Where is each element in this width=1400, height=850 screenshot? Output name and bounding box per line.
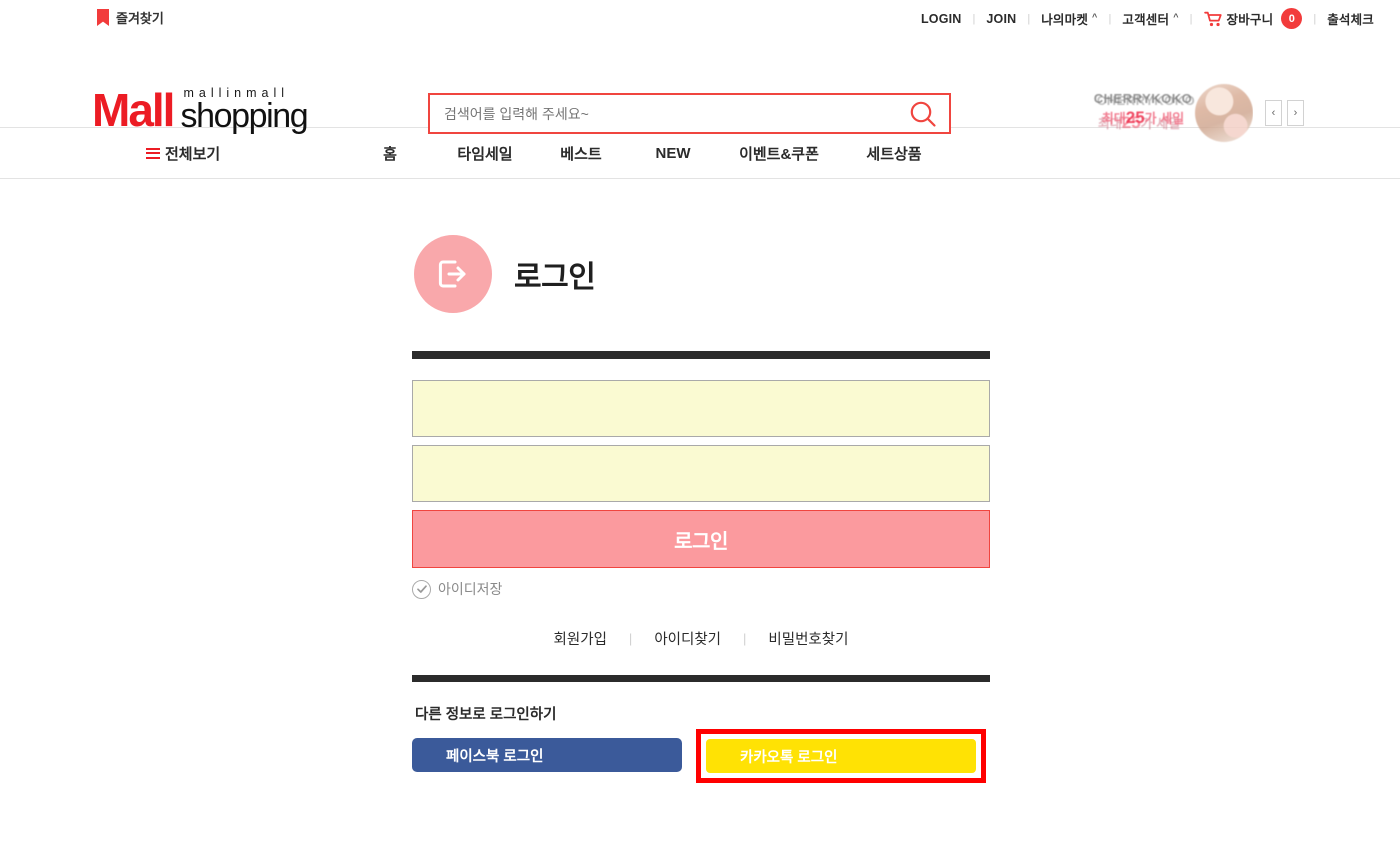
nav-item-home[interactable]: 홈 — [345, 143, 435, 164]
separator: | — [972, 12, 976, 25]
separator: | — [1027, 12, 1031, 25]
login-header: 로그인 — [412, 235, 990, 313]
search-icon — [910, 101, 936, 127]
nav-item-new[interactable]: NEW — [627, 145, 719, 162]
nav-item-set-product[interactable]: 세트상품 — [839, 143, 949, 164]
sns-login-title: 다른 정보로 로그인하기 — [415, 707, 557, 723]
separator: | — [743, 631, 747, 646]
login-link[interactable]: LOGIN — [921, 12, 962, 26]
search-input[interactable] — [430, 105, 897, 122]
chevron-up-icon: ^ — [1092, 12, 1098, 22]
login-icon-badge — [414, 235, 492, 313]
login-helper-links: 회원가입 | 아이디찾기 | 비밀번호찾기 — [412, 628, 990, 649]
banner-next-button[interactable]: › — [1287, 100, 1304, 126]
separator: | — [628, 631, 633, 646]
nav-all-categories[interactable]: 전체보기 — [146, 143, 220, 164]
site-header: Mall mallinmall shopping CHERRYKOKO CHER… — [0, 35, 1400, 142]
kakao-login-button[interactable]: 카카오톡 로그인 — [706, 739, 976, 773]
nav-item-timesale[interactable]: 타임세일 — [435, 143, 535, 164]
checkmark-icon — [416, 585, 427, 593]
login-link-label: LOGIN — [920, 11, 962, 26]
customer-center-link[interactable]: 고객센터 ^ — [1122, 9, 1178, 28]
utility-bar: 즐겨찾기 LOGIN | JOIN | 나의마켓 ^ | 고객센터 ^ | 장바… — [0, 0, 1400, 35]
divider-bottom — [412, 675, 990, 682]
separator: | — [1108, 12, 1112, 25]
logo-shopping-text: shopping — [180, 96, 308, 135]
promo-banner-text: CHERRYKOKO CHERRYKOKO 최대25가 세일 최대25가 세일 — [1083, 91, 1203, 132]
separator: | — [1189, 12, 1193, 25]
logo-right-block: mallinmall shopping — [180, 87, 308, 135]
login-submit-button[interactable]: 로그인 — [412, 510, 990, 568]
my-market-label: 나의마켓 — [1041, 13, 1089, 27]
save-id-checkbox[interactable]: 아이디저장 — [412, 579, 990, 599]
attendance-check-link[interactable]: 출석체크 — [1327, 9, 1374, 28]
sns-login-buttons: 페이스북 로그인 카카오톡 로그인 — [412, 729, 990, 783]
hamburger-icon — [146, 147, 160, 159]
join-link[interactable]: JOIN — [986, 12, 1016, 26]
page-title: 로그인 — [514, 261, 596, 294]
promo-sub-big: 25 — [1125, 108, 1145, 127]
divider-top — [412, 351, 990, 359]
favorites-link[interactable]: 즐겨찾기 — [97, 8, 164, 27]
cart-label: 장바구니 — [1226, 13, 1274, 27]
favorites-label: 즐겨찾기 — [116, 11, 164, 26]
utility-links: LOGIN | JOIN | 나의마켓 ^ | 고객센터 ^ | 장바구니 0 … — [921, 8, 1374, 29]
separator: | — [1313, 12, 1317, 25]
kakao-login-highlight: 카카오톡 로그인 — [696, 729, 986, 783]
save-id-label: 아이디저장 — [438, 581, 503, 597]
promo-sub-suffix: 가 세일 — [1144, 111, 1185, 126]
check-circle-icon — [412, 579, 431, 599]
logo-mall-text: Mall — [92, 84, 175, 137]
bookmark-icon — [97, 9, 109, 26]
nav-item-best[interactable]: 베스트 — [535, 143, 627, 164]
promo-sub-prefix: 최대 — [1101, 111, 1126, 126]
facebook-login-button[interactable]: 페이스북 로그인 — [412, 738, 682, 772]
main-navigation: 전체보기 홈 타임세일 베스트 NEW 이벤트&쿠폰 세트상품 — [0, 128, 1400, 179]
login-arrow-icon — [438, 260, 466, 288]
my-market-link[interactable]: 나의마켓 ^ — [1041, 9, 1097, 28]
find-password-link[interactable]: 비밀번호찾기 — [768, 628, 848, 649]
chevron-up-icon: ^ — [1173, 12, 1179, 22]
nav-all-categories-label: 전체보기 — [165, 145, 221, 163]
find-id-link[interactable]: 아이디찾기 — [654, 628, 721, 649]
promo-brand: CHERRYKOKO — [1093, 91, 1193, 106]
cart-count-badge: 0 — [1281, 8, 1303, 29]
nav-item-event-coupon[interactable]: 이벤트&쿠폰 — [719, 143, 839, 164]
promo-model-photo — [1195, 84, 1253, 142]
join-link-label: JOIN — [986, 11, 1017, 26]
password-input[interactable] — [412, 445, 990, 502]
promo-sub: 최대25가 세일 — [1083, 108, 1203, 128]
promo-banner-controls: ‹ › — [1265, 100, 1304, 126]
customer-center-label: 고객센터 — [1122, 13, 1170, 27]
login-page: 로그인 로그인 아이디저장 회원가입 | 아이디찾기 | 비밀번호찾기 다른 정… — [410, 235, 990, 783]
site-logo[interactable]: Mall mallinmall shopping — [92, 84, 309, 137]
cart-link[interactable]: 장바구니 — [1203, 9, 1274, 28]
banner-prev-button[interactable]: ‹ — [1265, 100, 1282, 126]
user-id-input[interactable] — [412, 380, 990, 437]
shopping-cart-icon — [1203, 11, 1222, 26]
nav-items: 홈 타임세일 베스트 NEW 이벤트&쿠폰 세트상품 — [345, 143, 949, 164]
attendance-check-label: 출석체크 — [1327, 13, 1374, 27]
signup-link[interactable]: 회원가입 — [554, 628, 607, 649]
search-button[interactable] — [897, 95, 949, 132]
